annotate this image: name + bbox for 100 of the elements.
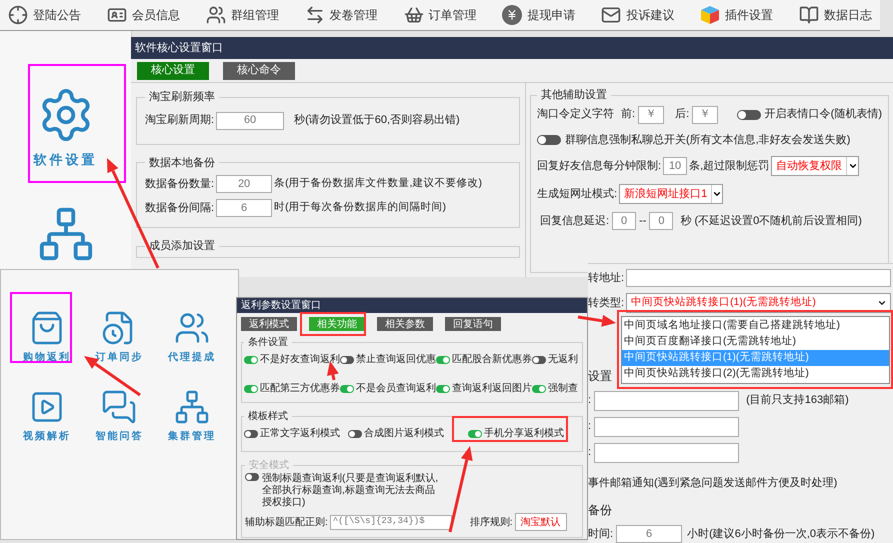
menu-item[interactable]: 视频解析 bbox=[11, 389, 84, 444]
field-label: 后: bbox=[675, 107, 690, 122]
text-field[interactable] bbox=[594, 442, 740, 462]
field-label: : bbox=[588, 445, 592, 460]
caret-icon bbox=[712, 189, 722, 199]
arrow bbox=[578, 314, 616, 327]
toolbar-button[interactable]: 数据日志 bbox=[795, 5, 876, 25]
field-label: 数据备份间隔: bbox=[145, 200, 214, 216]
field-label: 时间: bbox=[588, 526, 614, 542]
toggle-switch[interactable] bbox=[436, 384, 450, 392]
text-field[interactable] bbox=[626, 269, 891, 287]
tab[interactable]: 相关参数 bbox=[377, 317, 433, 331]
dropdown-option[interactable]: 中间页快站跳转接口(2)(无需跳转地址) bbox=[622, 366, 889, 382]
toggle-switch[interactable] bbox=[532, 384, 546, 392]
highlight-frame bbox=[300, 312, 366, 336]
menu-item[interactable]: 集群管理 bbox=[156, 389, 228, 444]
separator-text: -- bbox=[639, 214, 646, 229]
toggle-switch[interactable] bbox=[537, 134, 561, 145]
field-hint: 秒(请勿设置低于60,否则容易出错) bbox=[294, 112, 460, 128]
cube-icon bbox=[700, 5, 720, 25]
tab[interactable]: 核心命令 bbox=[223, 62, 295, 80]
field-label: 前: bbox=[621, 107, 636, 122]
text-field[interactable]: 60 bbox=[216, 112, 284, 130]
tab[interactable]: 相关功能 bbox=[309, 317, 365, 331]
tab[interactable]: 核心设置 bbox=[137, 62, 209, 80]
field-label: 排序规则: bbox=[470, 516, 513, 530]
toggle-label: 合成图片返利模式 bbox=[364, 426, 444, 441]
tab[interactable]: 返利模式 bbox=[241, 317, 297, 331]
dropdown-option[interactable]: 中间页快站跳转接口(1)(无需跳转地址) bbox=[622, 350, 889, 366]
dropdown-option[interactable]: 中间页域名地址接口(需要自己搭建跳转地址) bbox=[622, 318, 889, 334]
window-title: 返利参数设置窗口 bbox=[237, 298, 587, 313]
toolbar-button[interactable]: 登陆公告 bbox=[4, 5, 85, 25]
toggle-label: 匹配第三方优惠券 bbox=[260, 382, 340, 396]
field-label: 回复好友信息每分钟限制: bbox=[537, 158, 662, 174]
field-label: 转地址: bbox=[588, 270, 624, 286]
toolbar-button[interactable]: 提现申请 bbox=[498, 5, 580, 25]
menu-item[interactable]: 智能问答 bbox=[83, 389, 156, 444]
text-field[interactable]: 0 bbox=[649, 212, 674, 230]
text-field[interactable]: ￥ bbox=[692, 106, 718, 124]
toggle-switch[interactable] bbox=[736, 110, 761, 120]
field-label: 辅助标题匹配正则: bbox=[245, 516, 328, 530]
toolbar-button[interactable]: 会员信息 bbox=[102, 5, 184, 25]
toggle-switch[interactable] bbox=[244, 384, 258, 392]
menu-item[interactable]: 代理提成 bbox=[156, 310, 228, 365]
field-label: 回复信息延迟: bbox=[540, 214, 610, 229]
toggle-switch[interactable] bbox=[532, 356, 546, 364]
tab[interactable]: 回复语句 bbox=[445, 317, 501, 331]
side-menu-item[interactable]: 软件设置 bbox=[34, 86, 98, 170]
toggle-switch[interactable] bbox=[468, 430, 482, 438]
dropdown[interactable]: 中间页快站跳转接口(1)(无需跳转地址) bbox=[626, 293, 891, 313]
toggle-switch[interactable] bbox=[436, 356, 450, 364]
field-label: : bbox=[588, 393, 592, 408]
menu-item[interactable]: 购物返利 bbox=[11, 310, 84, 365]
highlight-frame bbox=[10, 292, 72, 363]
toggle-label: 无返利 bbox=[548, 352, 578, 367]
toolbar-button[interactable]: 投诉建议 bbox=[597, 5, 678, 25]
toggle-label: 开启表情口令(随机表情) bbox=[764, 106, 882, 122]
field-hint: 秒 (不延迟设置0不随机前后设置相同) bbox=[680, 214, 862, 229]
text-field[interactable] bbox=[594, 390, 740, 410]
text-field[interactable]: 0 bbox=[612, 212, 636, 230]
field-label: : bbox=[588, 419, 592, 434]
toggle-label: 强制查 bbox=[548, 382, 578, 396]
text-field[interactable]: ￥ bbox=[638, 106, 664, 124]
text-field[interactable] bbox=[594, 416, 740, 436]
field-label: 数据备份数量: bbox=[145, 176, 214, 192]
toolbar-button[interactable]: 发卷管理 bbox=[300, 5, 382, 25]
group-title: 备份 bbox=[588, 502, 612, 519]
mail-icon bbox=[601, 5, 622, 25]
toolbar-button[interactable]: 群组管理 bbox=[202, 5, 283, 25]
toggle-label: 不是会员查询返利 bbox=[356, 382, 436, 396]
toggle-label: 手机分享返利模式 bbox=[484, 426, 564, 441]
dropdown[interactable]: 自动恢复权限 bbox=[771, 156, 860, 176]
field-hint: (目前只支持163邮箱) bbox=[746, 393, 849, 408]
group-title: 淘宝刷新频率 bbox=[148, 90, 216, 105]
toggle-switch[interactable] bbox=[244, 430, 258, 438]
dropdown[interactable]: 新浪短网址接口1 bbox=[619, 184, 724, 204]
toggle-switch[interactable] bbox=[340, 356, 354, 364]
yen-coin-icon bbox=[502, 5, 522, 25]
group-title: 模板样式 bbox=[247, 410, 289, 424]
toggle-switch[interactable] bbox=[244, 356, 258, 364]
text-field[interactable]: 6 bbox=[616, 525, 682, 543]
caret-icon bbox=[848, 161, 858, 171]
group-title: 成员添加设置 bbox=[148, 239, 216, 254]
field-label: 淘口令定义字符 bbox=[537, 106, 614, 122]
toggle-label: 群聊信息强制私聊总开关(所有文本信息,非好友会发送失败) bbox=[565, 132, 850, 148]
field-label: 淘宝刷新周期: bbox=[145, 112, 214, 128]
text-field[interactable]: 20 bbox=[216, 175, 272, 193]
group-title: 条件设置 bbox=[247, 336, 289, 350]
toggle-switch[interactable] bbox=[340, 384, 354, 392]
toolbar-button[interactable]: 插件设置 bbox=[696, 5, 778, 25]
swap-icon bbox=[304, 5, 325, 25]
dropdown-option[interactable]: 中间页百度翻译接口(无需跳转地址) bbox=[622, 334, 889, 350]
text-field[interactable]: 10 bbox=[663, 157, 688, 175]
group-title: 其他辅助设置 bbox=[540, 88, 608, 103]
toggle-switch[interactable] bbox=[348, 430, 362, 438]
book-icon bbox=[799, 5, 819, 25]
group-title: 数据本地备份 bbox=[148, 156, 216, 170]
text-field[interactable]: 6 bbox=[216, 199, 272, 217]
toolbar-button[interactable]: 订单管理 bbox=[400, 5, 480, 25]
toggle-label: 禁止查询返回优惠 bbox=[356, 352, 436, 367]
